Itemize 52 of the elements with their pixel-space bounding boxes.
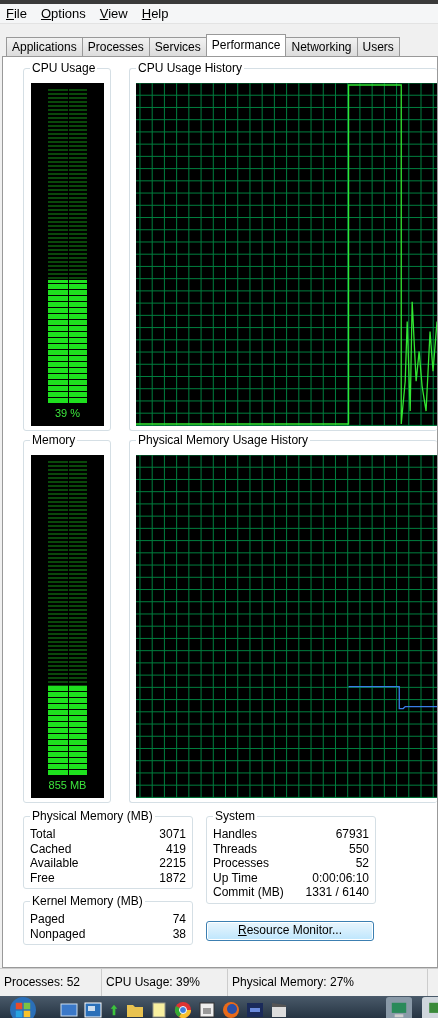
stat-value: 67931 xyxy=(335,827,369,842)
app-icon[interactable] xyxy=(246,1001,264,1018)
meter-reading: 39 % xyxy=(53,406,82,420)
stat-value: 3071 xyxy=(159,827,186,842)
stat-label: Handles xyxy=(213,827,258,842)
stat-value: 1331 / 6140 xyxy=(305,885,369,900)
group-title: System xyxy=(213,809,257,824)
group-title: Physical Memory (MB) xyxy=(30,809,155,824)
menu-item[interactable]: View xyxy=(99,5,128,22)
start-orb-icon[interactable] xyxy=(10,997,36,1018)
tab[interactable]: Applications xyxy=(6,37,83,56)
stat-label: Commit (MB) xyxy=(213,885,284,900)
tab[interactable]: Networking xyxy=(285,37,358,56)
network-icon[interactable] xyxy=(384,997,414,1018)
stat-label: Nonpaged xyxy=(30,926,86,941)
menu-item[interactable]: Options xyxy=(40,5,86,22)
tab[interactable]: Performance xyxy=(205,34,287,56)
group-title: Kernel Memory (MB) xyxy=(30,894,145,909)
desktop-icon[interactable] xyxy=(60,1001,78,1018)
meter-reading: 855 MB xyxy=(48,778,87,792)
group-title: CPU Usage xyxy=(30,61,98,76)
stat-label: Paged xyxy=(30,912,65,927)
windows-icon[interactable] xyxy=(84,1001,102,1018)
stat-value: 419 xyxy=(165,841,186,856)
stat-label: Threads xyxy=(213,841,258,856)
stat-value: 38 xyxy=(172,926,186,941)
menu-item[interactable]: Help xyxy=(141,5,169,22)
globe-icon[interactable] xyxy=(222,1001,240,1018)
notepad-icon[interactable] xyxy=(150,1001,168,1018)
window-icon[interactable] xyxy=(198,1001,216,1018)
group-title: Memory xyxy=(30,433,78,448)
stat-value: 74 xyxy=(172,912,186,927)
menu-item[interactable]: File xyxy=(6,5,27,22)
stat-value: 1872 xyxy=(159,870,186,885)
tab[interactable]: Services xyxy=(148,37,207,56)
stat-label: Total xyxy=(30,827,56,842)
browser-icon[interactable] xyxy=(174,1001,192,1018)
clapper-icon[interactable] xyxy=(270,1001,288,1018)
stat-label: Free xyxy=(30,870,55,885)
stat-value: 0:00:06:10 xyxy=(312,870,369,885)
stat-value: 52 xyxy=(355,856,369,871)
stat-label: Up Time xyxy=(213,870,258,885)
stat-value: 550 xyxy=(348,841,369,856)
group-title: Physical Memory Usage History xyxy=(136,433,311,448)
tab[interactable]: Users xyxy=(356,37,400,56)
group-title: CPU Usage History xyxy=(136,61,245,76)
stat-value: 2215 xyxy=(159,856,186,871)
resource-monitor-button[interactable]: Resource Monitor... xyxy=(206,920,374,941)
stat-label: Cached xyxy=(30,841,72,856)
stat-label: Available xyxy=(30,856,79,871)
tab[interactable]: Processes xyxy=(81,37,150,56)
stat-label: Processes xyxy=(213,856,270,871)
